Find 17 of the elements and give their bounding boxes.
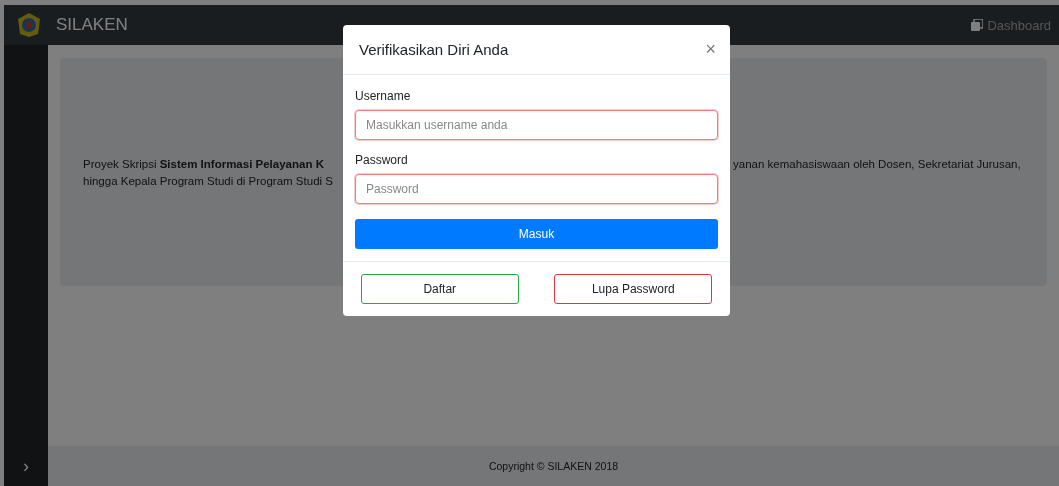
login-button[interactable]: Masuk [355,219,718,249]
intro-text: yanan kemahasiswaan oleh Dosen, Sekretariat Jurusan, [733,157,1021,170]
field-label: Password [355,153,409,167]
input-field[interactable]: Password [355,174,718,204]
close-button[interactable]: × [705,39,716,60]
dialog-title: Verifikasikan Diri Anda [359,41,510,58]
input-field[interactable]: Masukkan username anda [355,110,718,140]
field-label: Username [355,89,412,103]
copyright-text: Copyright © SILAKEN 2018 [488,460,619,472]
intro-text: Proyek Skripsi Sistem Informasi Pelayanan K [83,157,324,170]
copy-icon [971,19,984,31]
sidebar-toggle[interactable]: › [4,446,48,486]
outline-button[interactable]: Daftar [360,274,519,304]
outline-button[interactable]: Lupa Password [554,274,713,304]
brand-name[interactable]: SILAKEN [56,15,128,35]
intro-text: hingga Kepala Program Studi di Program Studi S [83,174,333,187]
emblem-icon [16,12,42,38]
